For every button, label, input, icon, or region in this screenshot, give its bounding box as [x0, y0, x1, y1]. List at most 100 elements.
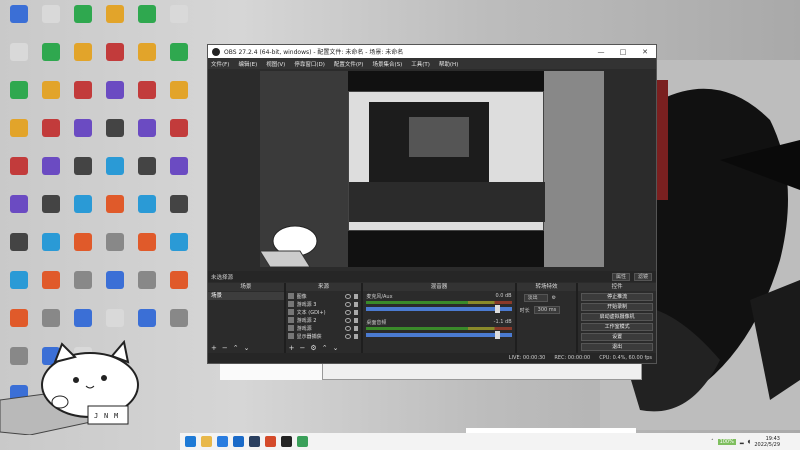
desktop-icon[interactable]: [100, 230, 130, 268]
volume-slider[interactable]: [366, 331, 512, 339]
start-recording-button[interactable]: 开始录制: [581, 303, 653, 311]
app-icon[interactable]: [265, 436, 276, 447]
add-source-button[interactable]: +: [289, 344, 295, 352]
desktop-icon[interactable]: [132, 306, 162, 344]
desktop-icon[interactable]: [68, 116, 98, 154]
desktop-icon[interactable]: [100, 116, 130, 154]
desktop-icon[interactable]: [164, 306, 194, 344]
desktop-icon[interactable]: [132, 78, 162, 116]
network-icon[interactable]: ▂: [740, 439, 744, 445]
desktop-icon[interactable]: [4, 230, 34, 268]
desktop-icon[interactable]: [36, 40, 66, 78]
desktop-icon[interactable]: [36, 230, 66, 268]
scene-list-item[interactable]: 场景: [208, 292, 284, 300]
add-scene-button[interactable]: +: [211, 344, 217, 352]
desktop-icon[interactable]: [100, 78, 130, 116]
visibility-eye-icon[interactable]: [345, 293, 352, 299]
desktop-icon[interactable]: [164, 230, 194, 268]
desktop-icon[interactable]: [4, 268, 34, 306]
desktop-icon[interactable]: [164, 78, 194, 116]
desktop-icon[interactable]: [68, 306, 98, 344]
clock[interactable]: 19:43 2022/5/29: [754, 436, 780, 448]
lock-icon[interactable]: [354, 309, 359, 315]
source-item[interactable]: 显示器捕获: [286, 332, 362, 340]
desktop-icon[interactable]: [100, 192, 130, 230]
file-explorer-icon[interactable]: [201, 436, 212, 447]
desktop-icon[interactable]: [4, 116, 34, 154]
desktop-icon[interactable]: [68, 40, 98, 78]
desktop-icon[interactable]: [4, 40, 34, 78]
lock-icon[interactable]: [354, 317, 359, 323]
preview-canvas[interactable]: [260, 71, 604, 267]
desktop-icon[interactable]: [36, 78, 66, 116]
desktop-icon[interactable]: [100, 268, 130, 306]
source-item[interactable]: 游戏源 3: [286, 300, 362, 308]
stop-streaming-button[interactable]: 停止推流: [581, 293, 653, 301]
move-up-button[interactable]: ⌃: [233, 344, 239, 352]
visibility-eye-icon[interactable]: [345, 309, 352, 315]
transition-type-select[interactable]: 淡出: [523, 294, 548, 302]
menu-tools[interactable]: 工具(T): [411, 60, 430, 68]
source-item[interactable]: 游戏源: [286, 324, 362, 332]
desktop-icon[interactable]: [36, 116, 66, 154]
desktop-icon[interactable]: [36, 306, 66, 344]
desktop-icon[interactable]: [68, 78, 98, 116]
lock-icon[interactable]: [354, 301, 359, 307]
desktop-icon[interactable]: [164, 192, 194, 230]
desktop-icon[interactable]: [132, 2, 162, 40]
menu-help[interactable]: 帮助(H): [439, 60, 458, 68]
menu-view[interactable]: 视图(V): [266, 60, 285, 68]
app2-icon[interactable]: [297, 436, 308, 447]
desktop-icon[interactable]: [68, 2, 98, 40]
desktop-icon[interactable]: [164, 2, 194, 40]
menu-scene-collection[interactable]: 场景集合(S): [372, 60, 402, 68]
desktop-icon[interactable]: [132, 40, 162, 78]
source-item[interactable]: 图像: [286, 292, 362, 300]
minimize-button[interactable]: —: [590, 48, 612, 56]
desktop-icon[interactable]: [36, 154, 66, 192]
desktop-icon[interactable]: [132, 268, 162, 306]
desktop-icon[interactable]: [164, 116, 194, 154]
steam-icon[interactable]: [249, 436, 260, 447]
obs-taskbar-icon[interactable]: [281, 436, 292, 447]
visibility-eye-icon[interactable]: [345, 325, 352, 331]
menu-docks[interactable]: 停靠窗口(D): [294, 60, 325, 68]
desktop-icon[interactable]: [4, 154, 34, 192]
obs-titlebar[interactable]: OBS 27.2.4 (64-bit, windows) - 配置文件: 未命名…: [208, 45, 656, 58]
speaker-icon[interactable]: ◖: [748, 439, 751, 445]
desktop-icon[interactable]: [68, 268, 98, 306]
remove-source-button[interactable]: −: [300, 344, 306, 352]
lock-icon[interactable]: [354, 325, 359, 331]
desktop-icon[interactable]: [100, 40, 130, 78]
desktop-icon[interactable]: [36, 192, 66, 230]
desktop-icon[interactable]: [164, 154, 194, 192]
start-virtual-camera-button[interactable]: 启动虚拟摄像机: [581, 313, 653, 321]
visibility-eye-icon[interactable]: [345, 333, 352, 339]
remove-scene-button[interactable]: −: [222, 344, 228, 352]
lock-icon[interactable]: [354, 333, 359, 339]
transition-settings-gear-icon[interactable]: ⚙: [552, 295, 556, 301]
menu-edit[interactable]: 编辑(E): [238, 60, 257, 68]
menu-profile[interactable]: 配置文件(P): [334, 60, 364, 68]
menu-file[interactable]: 文件(F): [211, 60, 229, 68]
lock-icon[interactable]: [354, 293, 359, 299]
desktop-icon[interactable]: [4, 78, 34, 116]
desktop-icon[interactable]: [68, 230, 98, 268]
battery-indicator[interactable]: 100%: [717, 438, 736, 445]
store-icon[interactable]: [233, 436, 244, 447]
exit-button[interactable]: 退出: [581, 343, 653, 351]
source-up-button[interactable]: ⌃: [322, 344, 328, 352]
desktop-icon[interactable]: [132, 154, 162, 192]
volume-slider[interactable]: [366, 305, 512, 313]
edge-icon[interactable]: [185, 436, 196, 447]
move-down-button[interactable]: ⌄: [244, 344, 250, 352]
desktop-icon[interactable]: [4, 306, 34, 344]
desktop-icon[interactable]: [68, 154, 98, 192]
desktop-icon[interactable]: [100, 154, 130, 192]
desktop-icon[interactable]: [36, 2, 66, 40]
chevron-up-icon[interactable]: ˄: [711, 439, 714, 445]
close-button[interactable]: ✕: [634, 48, 656, 56]
desktop-icon[interactable]: [36, 268, 66, 306]
settings-button[interactable]: 设置: [581, 333, 653, 341]
desktop-icon[interactable]: [132, 116, 162, 154]
